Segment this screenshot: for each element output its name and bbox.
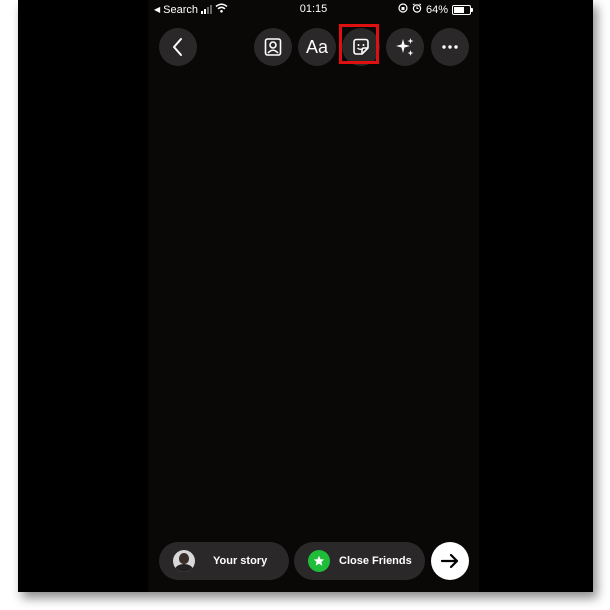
text-tool-label: Aa	[305, 36, 329, 57]
send-button[interactable]	[431, 542, 469, 580]
battery-fill	[454, 6, 464, 13]
your-story-label: Your story	[213, 555, 268, 567]
chevron-left-icon	[173, 38, 182, 56]
orientation-lock-icon	[398, 3, 408, 16]
sticker-button[interactable]	[342, 28, 380, 66]
more-horizontal-icon	[442, 45, 458, 49]
your-story-button[interactable]: Your story	[159, 542, 289, 580]
sparkles-icon	[396, 38, 414, 56]
tag-people-button[interactable]	[254, 28, 292, 66]
star-icon	[313, 555, 325, 566]
status-right: 64%	[398, 3, 473, 16]
status-bar: ◀ Search 01:15 64%	[148, 0, 479, 20]
sticker-icon	[353, 38, 369, 55]
effects-button[interactable]	[386, 28, 424, 66]
close-friends-button[interactable]: Close Friends	[294, 542, 425, 580]
close-friends-label: Close Friends	[339, 555, 412, 567]
story-editor-screen: ◀ Search 01:15 64% Aa Your story Close F…	[148, 0, 479, 592]
battery-percentage: 64%	[425, 3, 448, 16]
avatar	[173, 550, 195, 572]
arrow-right-icon	[440, 553, 459, 569]
more-options-button[interactable]	[431, 28, 469, 66]
text-tool-button[interactable]: Aa	[298, 28, 336, 66]
close-friends-badge	[308, 550, 330, 572]
battery-icon	[452, 4, 473, 15]
back-button[interactable]	[159, 28, 197, 66]
person-tag-icon	[264, 38, 282, 56]
alarm-icon	[412, 3, 422, 16]
